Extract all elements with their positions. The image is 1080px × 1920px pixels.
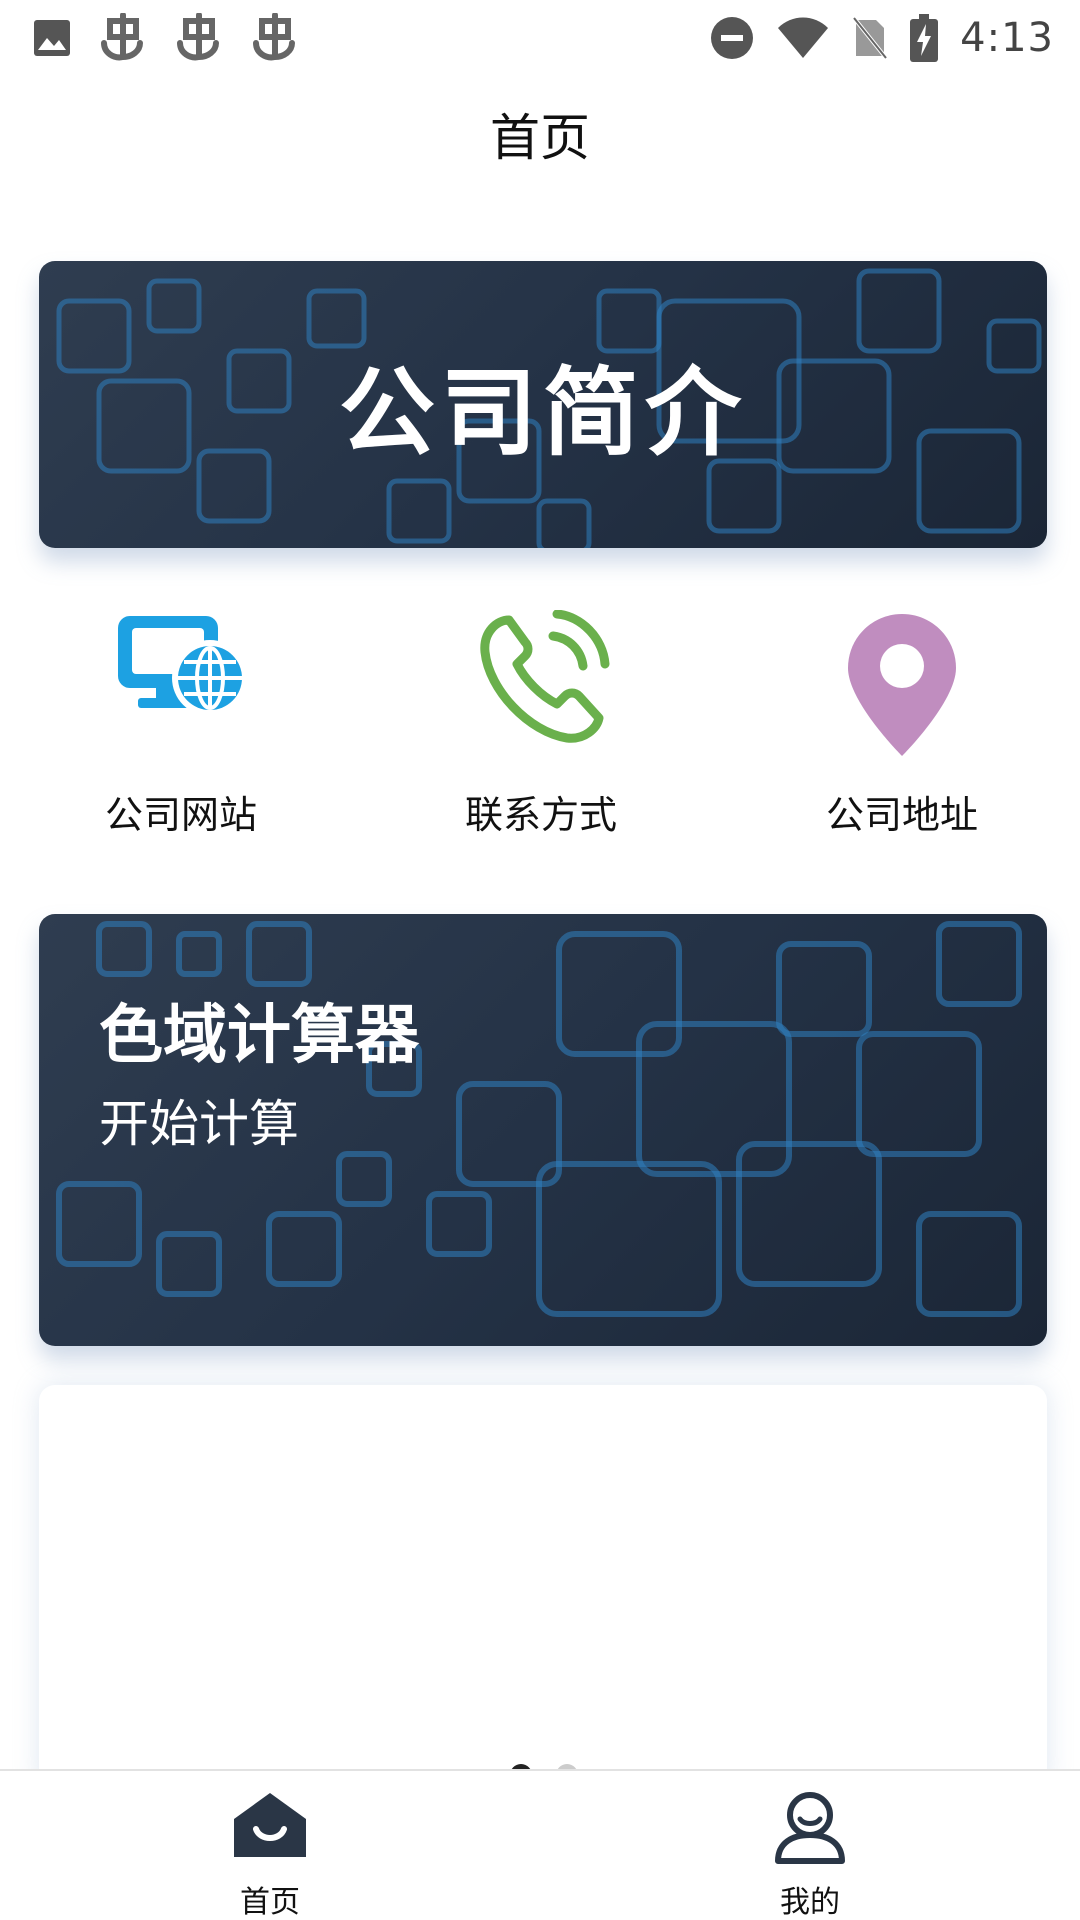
clock: 4:13: [960, 15, 1054, 61]
page-title: 首页: [490, 109, 590, 167]
status-bar: 4:13: [0, 0, 1080, 76]
bottom-nav: 首页 我的: [0, 1769, 1080, 1920]
home-icon: [234, 1793, 306, 1857]
quick-link-address-label: 公司地址: [825, 793, 978, 837]
wifi-icon: [778, 17, 829, 58]
bug-icon: [101, 13, 143, 61]
nav-me-label: 我的: [780, 1885, 840, 1920]
quick-link-address[interactable]: 公司地址: [762, 610, 1042, 840]
bug-icon: [177, 13, 219, 61]
banner-title: 公司简介: [339, 357, 747, 469]
company-intro-banner[interactable]: 公司简介: [39, 261, 1047, 548]
website-icon: [118, 616, 246, 716]
bug-icon: [253, 13, 295, 61]
calculator-title: 色域计算器: [99, 999, 419, 1073]
phone-icon: [480, 610, 610, 743]
quick-link-website[interactable]: 公司网站: [41, 610, 321, 840]
image-icon: [34, 20, 70, 56]
battery-charging-icon: [910, 14, 939, 62]
status-bar-left: [32, 12, 300, 64]
no-sim-icon: [852, 16, 888, 60]
user-icon: [775, 1792, 845, 1864]
calculator-start-link[interactable]: 开始计算: [99, 1084, 299, 1156]
nav-item-home[interactable]: 首页: [170, 1789, 370, 1920]
status-bar-right: 4:13: [710, 12, 1054, 64]
location-pin-icon: [848, 614, 956, 756]
quick-link-contact-label: 联系方式: [464, 793, 617, 837]
quick-link-website-label: 公司网站: [104, 793, 257, 837]
dnd-icon: [711, 17, 754, 59]
carousel-card[interactable]: [39, 1385, 1047, 1785]
gamut-calculator-card[interactable]: 色域计算器 开始计算: [39, 914, 1047, 1346]
quick-link-contact[interactable]: 联系方式: [401, 610, 681, 840]
nav-home-label: 首页: [240, 1885, 300, 1920]
nav-item-me[interactable]: 我的: [710, 1789, 910, 1920]
